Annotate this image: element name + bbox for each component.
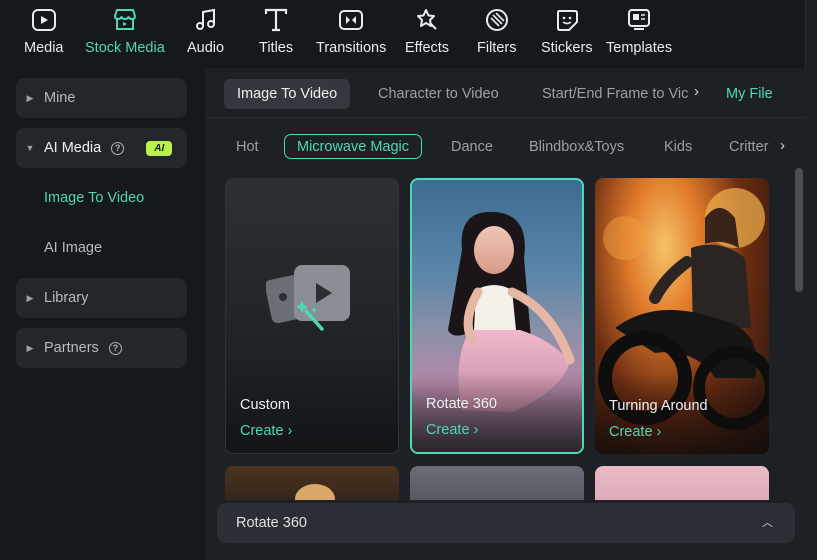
- help-icon[interactable]: ?: [111, 141, 125, 155]
- tab-start-end-frame[interactable]: Start/End Frame to Vic: [542, 79, 690, 109]
- toolbar-effects-label: Effects: [405, 40, 450, 56]
- toolbar-transitions[interactable]: Transitions: [316, 6, 386, 62]
- toolbar-stock-media-label: Stock Media: [85, 40, 165, 56]
- template-card-turning-around[interactable]: Turning Around Create ›: [595, 178, 769, 454]
- category-microwave-magic[interactable]: Microwave Magic: [284, 134, 422, 159]
- template-card-partial[interactable]: [225, 466, 399, 500]
- toolbar-effects[interactable]: Effects: [405, 6, 449, 62]
- create-link[interactable]: Create ›: [240, 423, 292, 439]
- caret-right-icon: ▶: [26, 292, 34, 303]
- stickers-icon: [553, 6, 581, 34]
- sidebar-item-image-to-video[interactable]: Image To Video: [44, 190, 144, 206]
- toolbar-audio-label: Audio: [187, 40, 225, 56]
- card-title: Turning Around: [609, 398, 708, 414]
- help-icon[interactable]: ?: [108, 341, 122, 355]
- sidebar-item-partners-label: Partners: [44, 340, 99, 356]
- media-icon: [30, 6, 58, 34]
- toolbar-transitions-label: Transitions: [316, 40, 387, 56]
- template-grid: Custom Create › Rotate 360 Create › Turn…: [225, 178, 785, 500]
- toolbar-stickers-label: Stickers: [541, 40, 593, 56]
- sidebar-item-mine-label: Mine: [44, 90, 76, 106]
- toolbar-filters[interactable]: Filters: [477, 6, 516, 62]
- sidebar-item-library[interactable]: ▶ Library: [16, 278, 187, 318]
- template-card-partial[interactable]: [410, 466, 584, 500]
- toolbar-templates[interactable]: Templates: [606, 6, 672, 62]
- toolbar-titles-label: Titles: [259, 40, 294, 56]
- category-blindbox-toys[interactable]: Blindbox&Toys: [529, 134, 624, 159]
- chevron-up-icon[interactable]: ︿: [762, 514, 773, 530]
- chevron-right-icon[interactable]: ›: [780, 137, 785, 154]
- selected-template-bar[interactable]: Rotate 360 ︿: [217, 503, 795, 543]
- audio-icon: [192, 6, 220, 34]
- chevron-right-icon[interactable]: ›: [694, 83, 699, 100]
- tab-character-to-video[interactable]: Character to Video: [378, 79, 499, 109]
- tab-bar: Image To Video Character to Video Start/…: [206, 68, 806, 118]
- ai-badge: AI: [146, 140, 173, 156]
- category-critter[interactable]: Critter: [729, 134, 771, 159]
- sidebar-item-partners[interactable]: ▶ Partners ?: [16, 328, 187, 368]
- caret-right-icon: ▶: [26, 342, 34, 353]
- caret-right-icon: ▶: [26, 92, 34, 103]
- sidebar: ▶ Mine ▼ AI Media ? AI Image To Video AI…: [0, 68, 205, 560]
- template-card-partial[interactable]: [595, 466, 769, 500]
- caret-down-icon: ▼: [25, 143, 35, 153]
- titles-icon: [262, 6, 290, 34]
- toolbar-media[interactable]: Media: [24, 6, 64, 62]
- create-link[interactable]: Create ›: [609, 424, 661, 440]
- sidebar-item-library-label: Library: [44, 290, 89, 306]
- template-card-rotate-360[interactable]: Rotate 360 Create ›: [410, 178, 584, 454]
- transitions-icon: [337, 6, 365, 34]
- image-to-video-icon: [266, 265, 350, 331]
- toolbar-stock-media[interactable]: Stock Media: [85, 6, 165, 62]
- create-link[interactable]: Create ›: [426, 422, 478, 438]
- category-bar: Hot Microwave Magic Dance Blindbox&Toys …: [206, 130, 806, 164]
- toolbar-templates-label: Templates: [606, 40, 673, 56]
- selected-template-label: Rotate 360: [236, 515, 307, 531]
- tab-image-to-video[interactable]: Image To Video: [224, 79, 351, 109]
- toolbar-stickers[interactable]: Stickers: [541, 6, 593, 62]
- toolbar-audio[interactable]: Audio: [187, 6, 224, 62]
- templates-icon: [625, 6, 653, 34]
- effects-icon: [413, 6, 441, 34]
- category-dance[interactable]: Dance: [451, 134, 493, 159]
- toolbar-filters-label: Filters: [477, 40, 517, 56]
- top-toolbar: Media Stock Media Audio Titles Transitio…: [0, 0, 806, 68]
- category-kids[interactable]: Kids: [664, 134, 692, 159]
- sidebar-item-ai-media-label: AI Media: [44, 140, 102, 156]
- sidebar-item-ai-media[interactable]: ▼ AI Media ? AI: [16, 128, 187, 168]
- card-title: Custom: [240, 397, 290, 413]
- stock-media-icon: [111, 6, 139, 34]
- card-title: Rotate 360: [426, 396, 497, 412]
- toolbar-media-label: Media: [24, 40, 64, 56]
- scrollbar[interactable]: [795, 168, 803, 292]
- filters-icon: [483, 6, 511, 34]
- sidebar-item-ai-image[interactable]: AI Image: [44, 240, 102, 256]
- category-hot[interactable]: Hot: [236, 134, 259, 159]
- toolbar-titles[interactable]: Titles: [259, 6, 293, 62]
- main-panel: Image To Video Character to Video Start/…: [206, 68, 806, 560]
- sidebar-item-mine[interactable]: ▶ Mine: [16, 78, 187, 118]
- template-card-custom[interactable]: Custom Create ›: [225, 178, 399, 454]
- tab-my-file[interactable]: My File: [726, 79, 773, 109]
